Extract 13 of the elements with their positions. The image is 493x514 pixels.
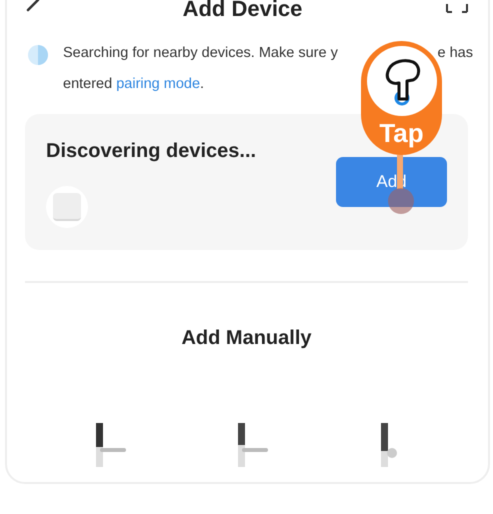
search-notice: entered pairing mode. bbox=[63, 75, 204, 94]
door-lock-image bbox=[378, 423, 399, 467]
loading-icon bbox=[27, 44, 49, 66]
search-notice: e has bbox=[438, 44, 473, 63]
section-title: Add Manually bbox=[180, 326, 312, 351]
search-notice: Searching for nearby devices. Make sure y bbox=[63, 44, 338, 63]
card-title: Discovering devices... bbox=[46, 139, 256, 164]
door-lock-image bbox=[236, 423, 270, 467]
pairing-mode-link[interactable]: pairing mode bbox=[116, 76, 200, 92]
tap-label: Tap bbox=[379, 117, 424, 150]
touch-point bbox=[388, 188, 414, 214]
door-lock-image bbox=[94, 423, 128, 467]
device-icon bbox=[46, 186, 88, 228]
